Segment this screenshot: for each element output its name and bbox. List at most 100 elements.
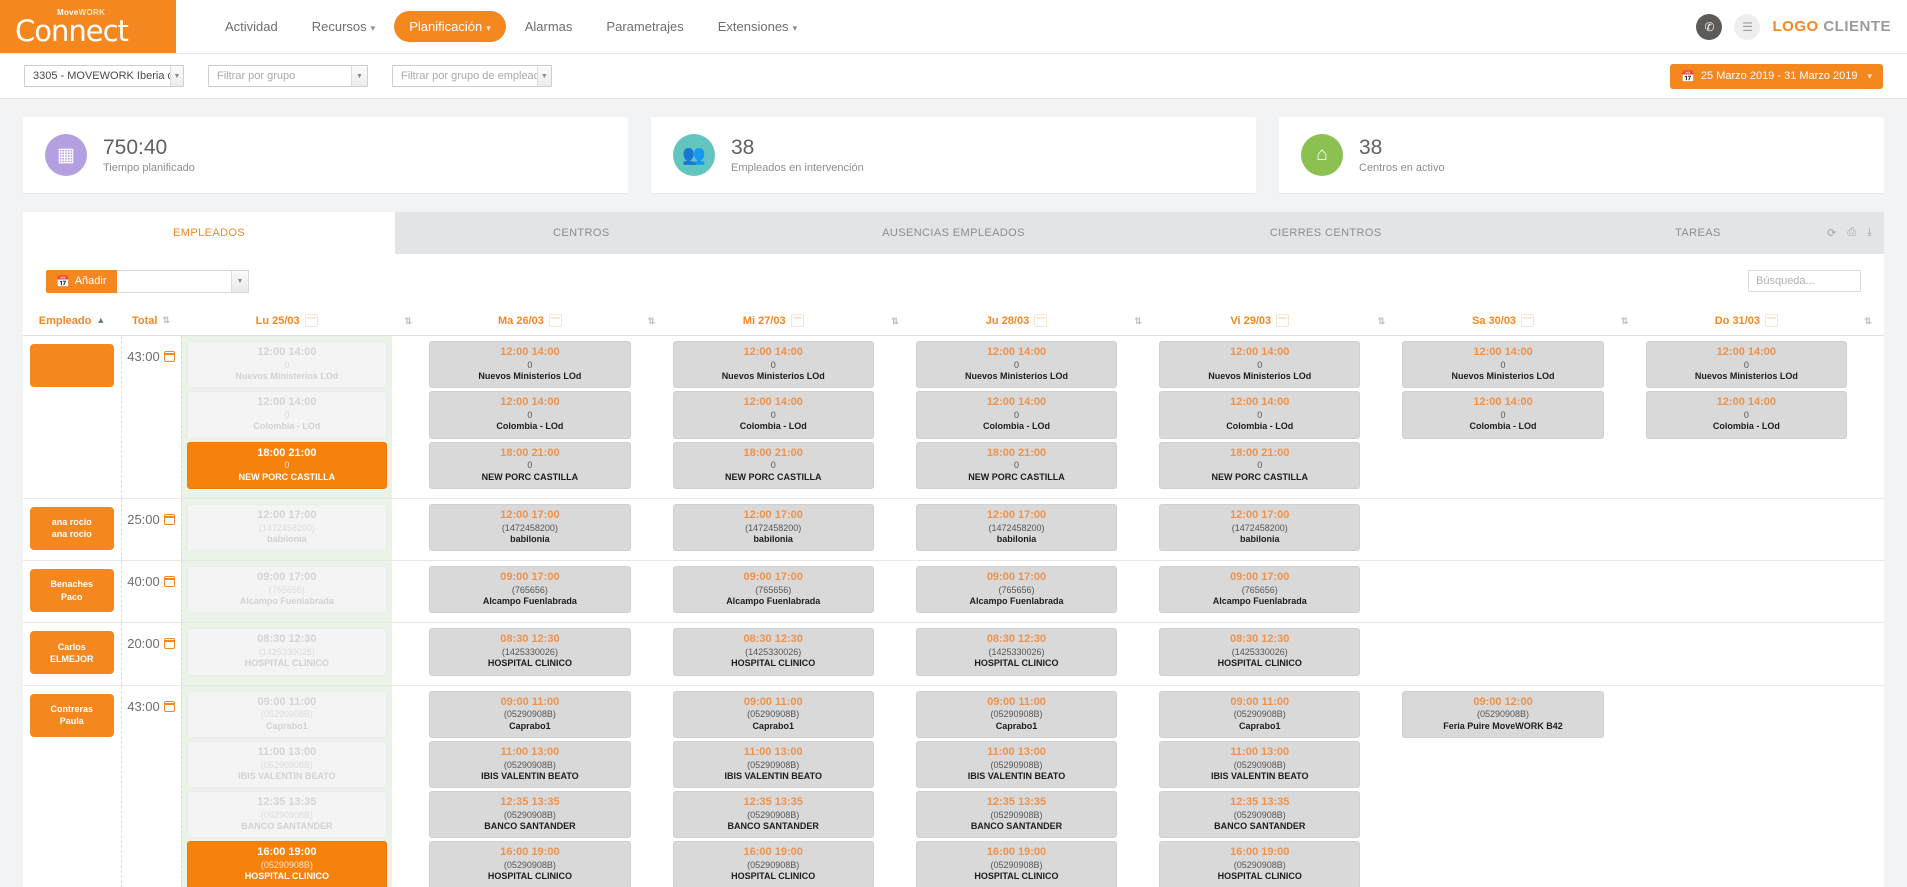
- day-cell[interactable]: 09:00 17:00 (765656) Alcampo Fuenlabrada: [910, 560, 1123, 624]
- day-cell[interactable]: 12:00 14:00 0 Nuevos Ministerios LOd 12:00 …: [667, 335, 879, 499]
- day-cell[interactable]: 08:30 12:30 (1425330026) HOSPITAL CLINICO: [667, 622, 879, 686]
- employee-chip[interactable]: Benaches Paco: [30, 569, 114, 612]
- day-cell[interactable]: 09:00 11:00 (05290908B) Caprabo1 11:00 13:0…: [910, 685, 1123, 887]
- column-header-ju-28-03[interactable]: Ju 28/03: [910, 306, 1123, 336]
- shift-card[interactable]: 12:00 14:00 0 Nuevos Ministerios LOd: [1159, 341, 1361, 389]
- calendar-icon[interactable]: [1764, 314, 1778, 327]
- calendar-icon[interactable]: [548, 314, 562, 327]
- day-cell[interactable]: 08:30 12:30 (1425330026) HOSPITAL CLINICO: [1154, 622, 1366, 686]
- shift-card[interactable]: 18:00 21:00 0 NEW PORC CASTILLA: [429, 441, 631, 489]
- day-cell[interactable]: 08:30 12:30 (1425330026) HOSPITAL CLINICO: [910, 622, 1123, 686]
- column-header-do-31-03[interactable]: Do 31/03: [1640, 306, 1852, 336]
- sort-handle-ma[interactable]: ⇅: [635, 306, 668, 336]
- refresh-icon[interactable]: ⟳: [1827, 227, 1836, 240]
- shift-card[interactable]: 12:00 17:00 (1472458200) babilonia: [1159, 503, 1361, 551]
- shift-card[interactable]: 09:00 11:00 (05290908B) Caprabo1: [186, 690, 388, 738]
- shift-card[interactable]: 16:00 19:00 (05290908B) HOSPITAL CLINICO: [915, 841, 1118, 887]
- column-header-sa-30-03[interactable]: Sa 30/03: [1397, 306, 1609, 336]
- calendar-icon[interactable]: [163, 638, 175, 650]
- shift-card[interactable]: 12:00 14:00 0 Colombia - LOd: [672, 391, 874, 439]
- sort-handle-do[interactable]: ⇅: [1852, 306, 1884, 336]
- shift-card[interactable]: 12:00 14:00 0 Nuevos Ministerios LOd: [672, 341, 874, 389]
- calendar-icon[interactable]: [1276, 314, 1290, 327]
- tab-cierres-centros[interactable]: CIERRES CENTROS: [1140, 212, 1512, 254]
- day-cell[interactable]: 09:00 17:00 (765656) Alcampo Fuenlabrada: [1154, 560, 1366, 624]
- download-icon[interactable]: ⤓: [1867, 227, 1872, 240]
- phone-icon[interactable]: ✆: [1696, 13, 1723, 40]
- shift-card[interactable]: 12:00 14:00 0 Colombia - LOd: [429, 391, 631, 439]
- day-cell[interactable]: 12:00 14:00 0 Nuevos Ministerios LOd 12:00 …: [910, 335, 1123, 499]
- shift-card[interactable]: 12:00 14:00 0 Nuevos Ministerios LOd: [1402, 341, 1604, 389]
- sort-icon[interactable]: ⇅: [162, 316, 170, 325]
- shift-card[interactable]: 18:00 21:00 0 NEW PORC CASTILLA: [915, 441, 1118, 489]
- sort-ascending-icon[interactable]: ▲: [96, 316, 105, 325]
- shift-card[interactable]: 18:00 21:00 0 NEW PORC CASTILLA: [672, 441, 874, 489]
- day-cell[interactable]: [1640, 560, 1852, 624]
- shift-card[interactable]: 12:00 14:00 0 Colombia - LOd: [915, 391, 1118, 439]
- group-filter-select[interactable]: Filtrar por grupo ▼: [208, 65, 368, 87]
- employee-chip[interactable]: ana rocio ana rocio: [30, 506, 114, 550]
- shift-card[interactable]: 09:00 17:00 (765656) Alcampo Fuenlabrada: [1159, 566, 1361, 614]
- day-cell[interactable]: [1640, 622, 1852, 686]
- nav-item-planificacion[interactable]: Planificación ▾: [394, 11, 506, 42]
- employee-chip[interactable]: [30, 344, 114, 387]
- shift-card[interactable]: 08:30 12:30 (1425330026) HOSPITAL CLINICO: [429, 628, 631, 676]
- shift-card[interactable]: 12:35 13:35 (05290908B) BANCO SANTANDER: [672, 791, 874, 839]
- day-cell[interactable]: 09:00 11:00 (05290908B) Caprabo1 11:00 13:0…: [667, 685, 879, 887]
- shift-card[interactable]: 11:00 13:00 (05290908B) IBIS VALENTIN BEAT…: [1159, 740, 1361, 788]
- nav-item-parametrajes[interactable]: Parametrajes: [591, 11, 698, 42]
- shift-card[interactable]: 12:35 13:35 (05290908B) BANCO SANTANDER: [915, 791, 1118, 839]
- calendar-icon[interactable]: [163, 513, 175, 525]
- tab-empleados[interactable]: EMPLEADOS: [23, 212, 396, 254]
- day-cell[interactable]: 12:00 14:00 0 Nuevos Ministerios LOd 12:00 …: [1154, 335, 1366, 499]
- hamburger-menu-icon[interactable]: ☰: [1734, 13, 1761, 40]
- column-header-ma-26-03[interactable]: Ma 26/03: [424, 306, 636, 336]
- column-header-lu-25-03[interactable]: Lu 25/03: [181, 306, 393, 336]
- nav-item-alarmas[interactable]: Alarmas: [510, 11, 588, 42]
- shift-card[interactable]: 12:00 17:00 (1472458200) babilonia: [672, 503, 874, 551]
- calendar-icon[interactable]: [1034, 314, 1048, 327]
- nav-item-recursos[interactable]: Recursos ▾: [297, 11, 390, 42]
- shift-card[interactable]: 12:00 14:00 0 Nuevos Ministerios LOd: [915, 341, 1118, 389]
- employee-chip[interactable]: Carlos ELMEJOR: [30, 631, 114, 675]
- tab-centros[interactable]: CENTROS: [395, 212, 767, 254]
- app-logo[interactable]: MoveWORK Connect: [0, 0, 176, 53]
- shift-card[interactable]: 16:00 19:00 (05290908B) HOSPITAL CLINICO: [672, 841, 874, 887]
- day-cell[interactable]: [1397, 622, 1609, 686]
- shift-card[interactable]: 08:30 12:30 (1425330026) HOSPITAL CLINICO: [915, 628, 1118, 676]
- day-cell[interactable]: 12:00 17:00 (1472458200) babilonia: [181, 498, 393, 562]
- day-cell[interactable]: 09:00 11:00 (05290908B) Caprabo1 11:00 13:0…: [1154, 685, 1366, 887]
- shift-card[interactable]: 09:00 12:00 (05290908B) Feria Puire MoveWO…: [1402, 690, 1604, 738]
- calendar-icon[interactable]: [163, 351, 175, 362]
- column-header-employee[interactable]: Empleado ▲: [23, 306, 121, 336]
- day-cell[interactable]: 09:00 17:00 (765656) Alcampo Fuenlabrada: [667, 560, 879, 624]
- sort-handle-mi[interactable]: ⇅: [878, 306, 911, 336]
- shift-card[interactable]: 12:35 13:35 (05290908B) BANCO SANTANDER: [1159, 791, 1361, 839]
- nav-item-actividad[interactable]: Actividad: [210, 11, 293, 42]
- shift-card[interactable]: 09:00 17:00 (765656) Alcampo Fuenlabrada: [429, 566, 631, 614]
- shift-card[interactable]: 09:00 11:00 (05290908B) Caprabo1: [672, 690, 874, 738]
- shift-card[interactable]: 11:00 13:00 (05290908B) IBIS VALENTIN BEAT…: [672, 740, 874, 788]
- shift-card[interactable]: 18:00 21:00 0 NEW PORC CASTILLA: [1159, 441, 1361, 489]
- sort-handle-lu[interactable]: ⇅: [392, 306, 425, 336]
- calendar-icon[interactable]: [304, 314, 318, 327]
- shift-card[interactable]: 16:00 19:00 (05290908B) HOSPITAL CLINICO: [1159, 841, 1361, 887]
- shift-card[interactable]: 09:00 17:00 (765656) Alcampo Fuenlabrada: [672, 566, 874, 614]
- sort-handle-sa[interactable]: ⇅: [1608, 306, 1641, 336]
- day-cell[interactable]: 09:00 11:00 (05290908B) Caprabo1 11:00 13:0…: [424, 685, 636, 887]
- shift-card[interactable]: 16:00 19:00 (05290908B) HOSPITAL CLINICO: [429, 841, 631, 887]
- shift-card[interactable]: 16:00 19:00 (05290908B) HOSPITAL CLINICO: [186, 841, 388, 887]
- day-cell[interactable]: 09:00 17:00 (765656) Alcampo Fuenlabrada: [424, 560, 636, 624]
- add-dropdown[interactable]: ▼: [116, 269, 249, 293]
- day-cell[interactable]: [1640, 498, 1852, 562]
- shift-card[interactable]: 08:30 12:30 (1425330026) HOSPITAL CLINICO: [672, 628, 874, 676]
- column-header-mi-27-03[interactable]: Mi 27/03: [667, 306, 879, 336]
- shift-card[interactable]: 18:00 21:00 0 NEW PORC CASTILLA: [186, 441, 388, 489]
- day-cell[interactable]: 08:30 12:30 (1425330026) HOSPITAL CLINICO: [424, 622, 636, 686]
- day-cell[interactable]: 09:00 17:00 (765656) Alcampo Fuenlabrada: [181, 560, 393, 624]
- calendar-icon[interactable]: [1521, 314, 1535, 327]
- shift-card[interactable]: 09:00 17:00 (765656) Alcampo Fuenlabrada: [915, 566, 1118, 614]
- shift-card[interactable]: 12:00 14:00 0 Colombia - LOd: [1402, 391, 1604, 439]
- day-cell[interactable]: 12:00 14:00 0 Nuevos Ministerios LOd 12:00 …: [181, 335, 393, 499]
- day-cell[interactable]: [1397, 560, 1609, 624]
